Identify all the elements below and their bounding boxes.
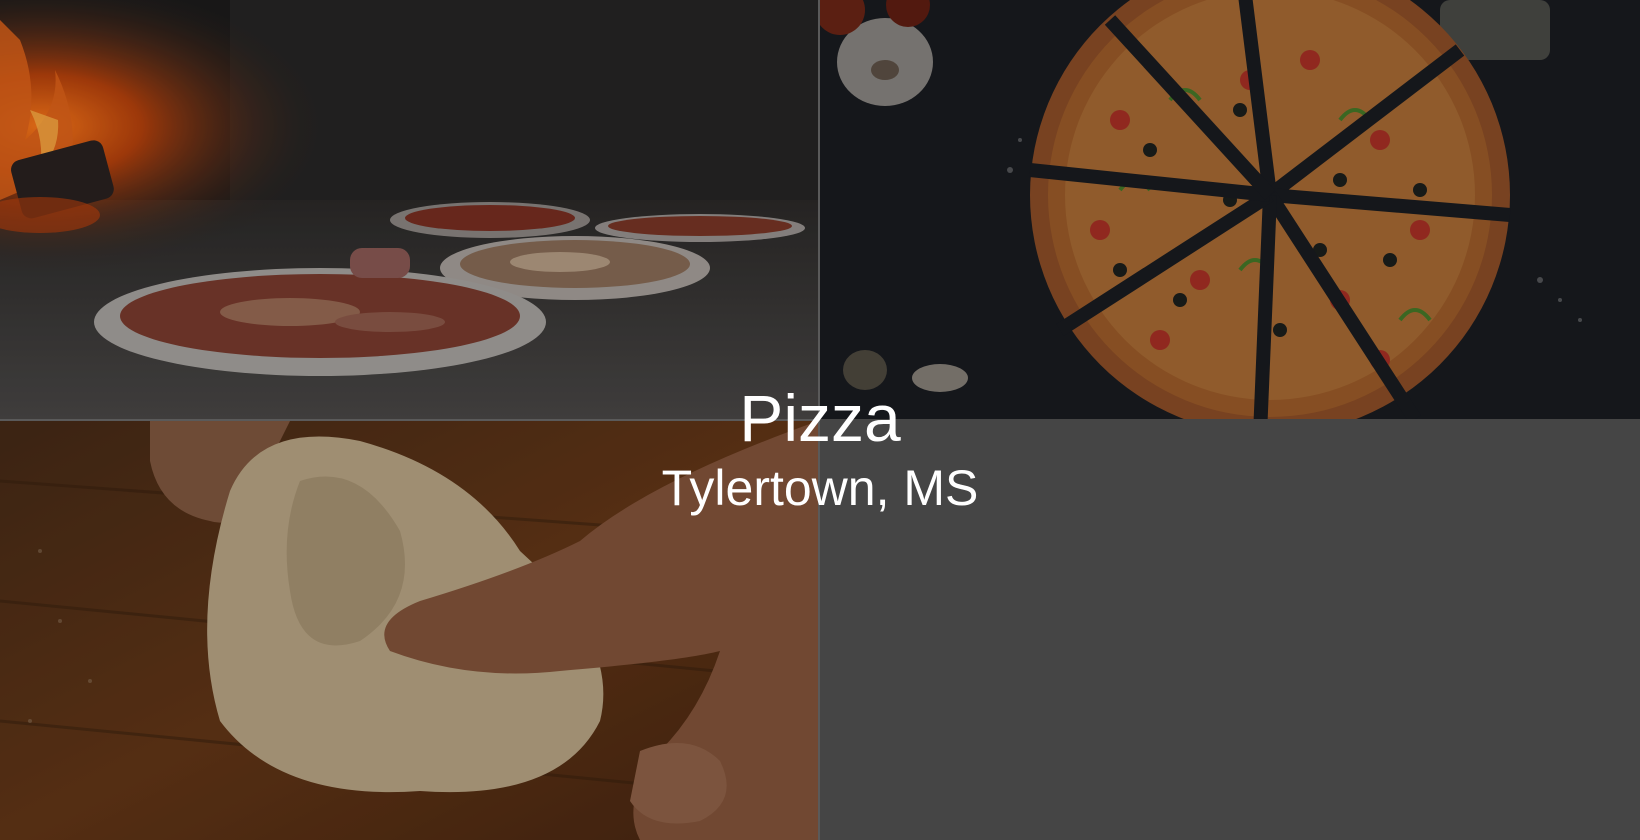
page-title: Pizza — [739, 381, 901, 455]
hero-banner: Pizza Tylertown, MS — [0, 0, 1640, 840]
hero-text: Pizza Tylertown, MS — [0, 378, 1640, 518]
location-subtitle: Tylertown, MS — [661, 460, 979, 516]
sliced-pizza-photo — [820, 0, 1640, 419]
oven-pizza-photo — [0, 0, 818, 419]
